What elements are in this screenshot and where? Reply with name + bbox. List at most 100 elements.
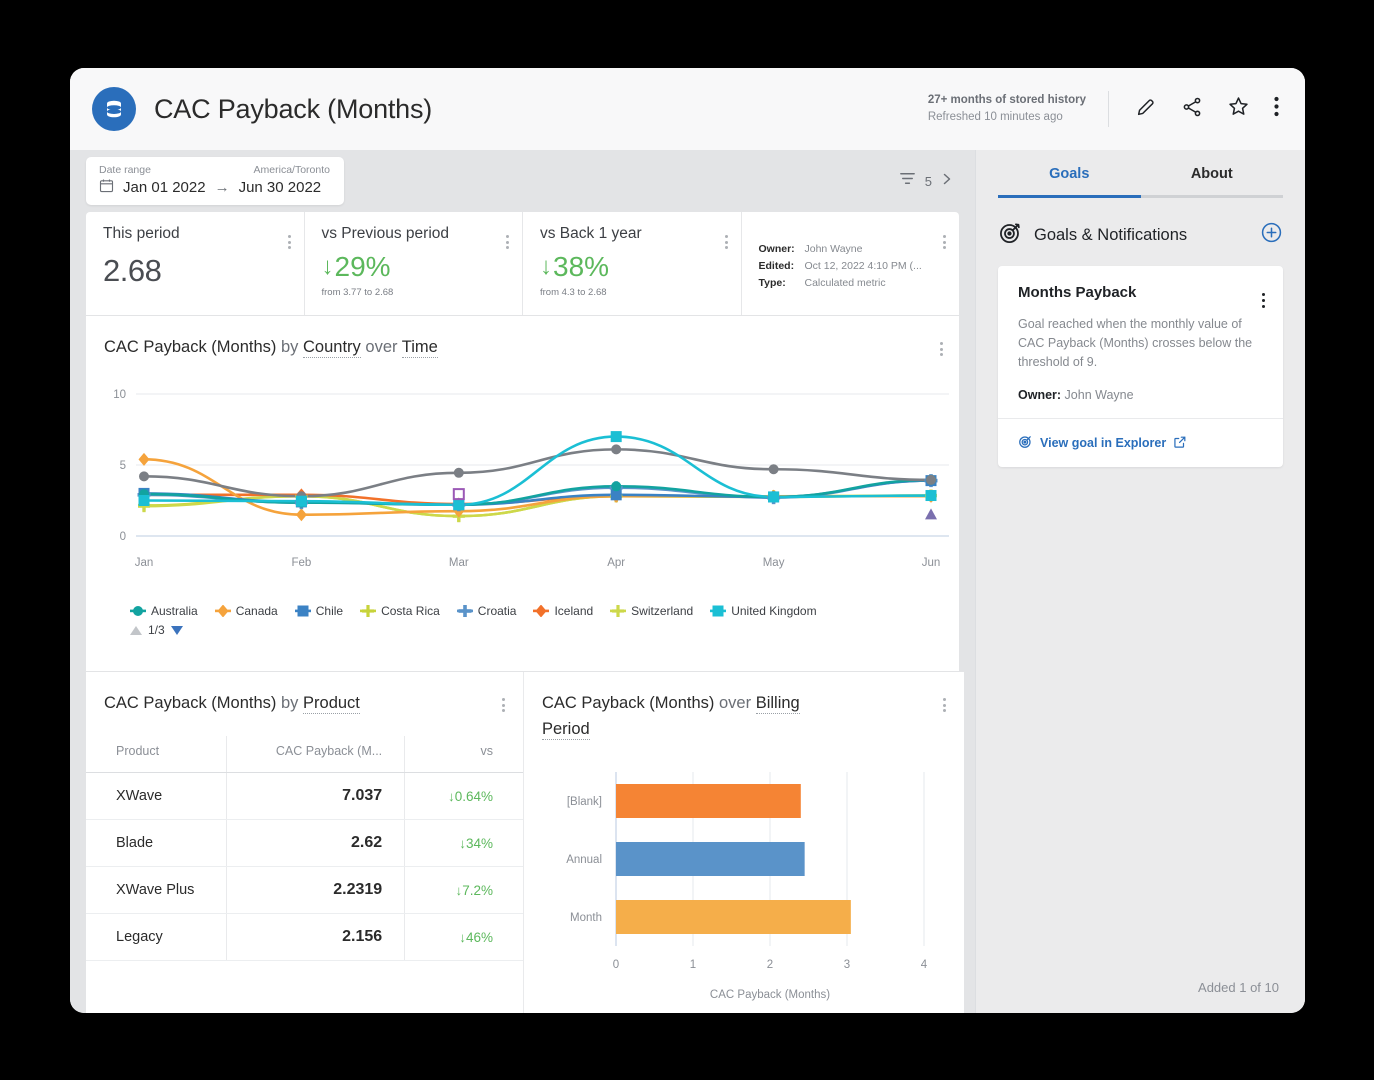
legend-marker-icon xyxy=(294,605,311,617)
dimension-product-link[interactable]: Product xyxy=(303,694,360,714)
product-table: Product CAC Payback (M... vs XWave 7.037 ↓… xyxy=(86,736,523,961)
goal-title: Months Payback xyxy=(1018,284,1137,301)
col-product[interactable]: Product xyxy=(86,736,227,773)
legend-item-label: United Kingdom xyxy=(731,604,817,618)
goal-card-footer: View goal in Explorer xyxy=(998,418,1283,467)
refreshed-text: Refreshed 10 minutes ago xyxy=(927,111,1063,123)
cell-vs: ↓7.2% xyxy=(404,866,523,914)
svg-text:Month: Month xyxy=(570,912,602,924)
tab-goals[interactable]: Goals xyxy=(998,150,1141,198)
bar-chart-svg: 0 1 2 3 4 [Blank] Annual Month CAC Payback (Mont… xyxy=(566,772,928,1001)
kpi-label: This period xyxy=(103,225,180,242)
legend-item-australia[interactable]: Australia xyxy=(130,604,198,618)
edit-pencil-icon[interactable] xyxy=(1135,96,1157,123)
metadata-overflow-menu-icon[interactable] xyxy=(943,225,946,249)
line-chart-plot: 0 5 10 Jan Feb Mar Apr May Jun xyxy=(86,376,959,598)
svg-text:CAC Payback (Months): CAC Payback (Months) xyxy=(710,989,830,1001)
legend-pager: 1/3 xyxy=(86,618,959,637)
svg-text:Mar: Mar xyxy=(449,557,469,569)
stored-history-text: 27+ months of stored history xyxy=(927,94,1086,106)
filters-summary[interactable]: 5 xyxy=(898,169,953,193)
table-row[interactable]: XWave 7.037 ↓0.64% xyxy=(86,772,523,820)
edited-value: Oct 12, 2022 4:10 PM (... xyxy=(804,260,922,272)
star-icon[interactable] xyxy=(1227,95,1250,123)
dimension-time-link[interactable]: Time xyxy=(401,338,438,358)
chevron-right-icon[interactable] xyxy=(940,171,953,192)
cell-vs: ↓46% xyxy=(404,913,523,961)
svg-text:10: 10 xyxy=(113,389,126,401)
sidebar-tabs: Goals About xyxy=(976,150,1305,198)
legend-page-indicator: 1/3 xyxy=(148,623,165,637)
svg-text:Annual: Annual xyxy=(566,854,602,866)
table-row[interactable]: Legacy 2.156 ↓46% xyxy=(86,913,523,961)
cell-vs: ↓0.64% xyxy=(404,772,523,820)
dimension-country-link[interactable]: Country xyxy=(303,338,361,358)
col-vs[interactable]: vs xyxy=(404,736,523,773)
cell-vs: ↓34% xyxy=(404,819,523,867)
add-goal-icon[interactable] xyxy=(1260,221,1283,249)
table-row[interactable]: Blade 2.62 ↓34% xyxy=(86,819,523,867)
type-value: Calculated metric xyxy=(804,277,886,289)
edited-label: Edited: xyxy=(758,260,795,272)
legend-item-united-kingdom[interactable]: United Kingdom xyxy=(710,604,817,618)
cell-product: XWave xyxy=(86,772,227,820)
billing-card-overflow-menu-icon[interactable] xyxy=(943,688,946,712)
legend-item-canada[interactable]: Canada xyxy=(214,604,278,618)
legend-item-label: Costa Rica xyxy=(381,604,440,618)
table-header-row: Product CAC Payback (M... vs xyxy=(86,736,523,773)
goal-card-body: Months Payback Goal reached when the mon… xyxy=(998,266,1283,418)
goal-overflow-menu-icon[interactable] xyxy=(1261,283,1265,308)
legend-page-up-icon[interactable] xyxy=(130,625,142,635)
legend-item-iceland[interactable]: Iceland xyxy=(533,604,593,618)
line-chart-overflow-menu-icon[interactable] xyxy=(940,332,943,356)
share-icon[interactable] xyxy=(1181,96,1203,123)
view-goal-in-explorer-link[interactable]: View goal in Explorer xyxy=(1018,434,1263,452)
legend-item-costa-rica[interactable]: Costa Rica xyxy=(360,604,440,618)
svg-text:0: 0 xyxy=(613,959,619,971)
filter-bar: Date range America/Toronto Jan 01 2022 →… xyxy=(70,150,975,212)
col-value[interactable]: CAC Payback (M... xyxy=(225,736,405,773)
date-range-label: Date range xyxy=(99,164,151,176)
product-table-card: CAC Payback (Months) by Product Product … xyxy=(86,672,524,1013)
cell-value: 2.156 xyxy=(225,913,405,961)
legend-item-switzerland[interactable]: Switzerland xyxy=(610,604,693,618)
kpi-overflow-menu-icon[interactable] xyxy=(287,225,291,249)
timezone-label: America/Toronto xyxy=(253,164,330,176)
product-card-overflow-menu-icon[interactable] xyxy=(502,688,505,712)
svg-text:Jun: Jun xyxy=(922,557,941,569)
line-chart-svg: 0 5 10 Jan Feb Mar Apr May Jun xyxy=(113,389,949,569)
kpi-overflow-menu-icon[interactable] xyxy=(506,225,509,249)
legend-marker-icon xyxy=(456,605,473,617)
table-row[interactable]: XWave Plus 2.2319 ↓7.2% xyxy=(86,866,523,914)
title-by: by xyxy=(280,338,299,356)
start-date-value[interactable]: Jan 01 2022 xyxy=(123,179,206,196)
kpi-vs-back-1-year: vs Back 1 year ↓ 38% from 4.3 to 2.68 xyxy=(523,212,742,315)
kpi-label: vs Previous period xyxy=(321,225,450,242)
kpi-subtext: from 3.77 to 2.68 xyxy=(321,287,394,298)
legend-item-label: Australia xyxy=(151,604,198,618)
title-by: by xyxy=(280,694,299,712)
dashboard-main: Date range America/Toronto Jan 01 2022 →… xyxy=(70,150,975,1013)
bar-chart-plot: 0 1 2 3 4 [Blank] Annual Month CAC Payback (Mont… xyxy=(524,750,964,1013)
legend-item-chile[interactable]: Chile xyxy=(294,604,343,618)
date-range-picker[interactable]: Date range America/Toronto Jan 01 2022 →… xyxy=(86,157,344,205)
bottom-cards-row: CAC Payback (Months) by Product Product … xyxy=(86,672,964,1013)
end-date-value[interactable]: Jun 30 2022 xyxy=(239,179,322,196)
billing-period-card: CAC Payback (Months) over Billing Period… xyxy=(524,672,964,1013)
legend-item-croatia[interactable]: Croatia xyxy=(456,604,516,618)
header-right: 27+ months of stored history Refreshed 1… xyxy=(928,91,1279,127)
right-sidebar: Goals About Goals & Notifications Months… xyxy=(975,150,1305,1013)
cell-product: Blade xyxy=(86,819,227,867)
page-title: CAC Payback (Months) xyxy=(154,93,433,124)
legend-marker-icon xyxy=(214,605,231,617)
history-meta: 27+ months of stored history Refreshed 1… xyxy=(928,92,1108,126)
dashboard-window: CAC Payback (Months) 27+ months of store… xyxy=(70,68,1305,1013)
svg-text:Feb: Feb xyxy=(291,557,311,569)
overflow-menu-icon[interactable] xyxy=(1274,96,1279,122)
tab-about[interactable]: About xyxy=(1140,150,1283,198)
legend-page-down-icon[interactable] xyxy=(170,625,183,635)
svg-text:3: 3 xyxy=(844,959,850,971)
kpi-overflow-menu-icon[interactable] xyxy=(724,225,728,249)
filter-icon[interactable] xyxy=(898,169,917,193)
svg-text:[Blank]: [Blank] xyxy=(567,796,602,808)
